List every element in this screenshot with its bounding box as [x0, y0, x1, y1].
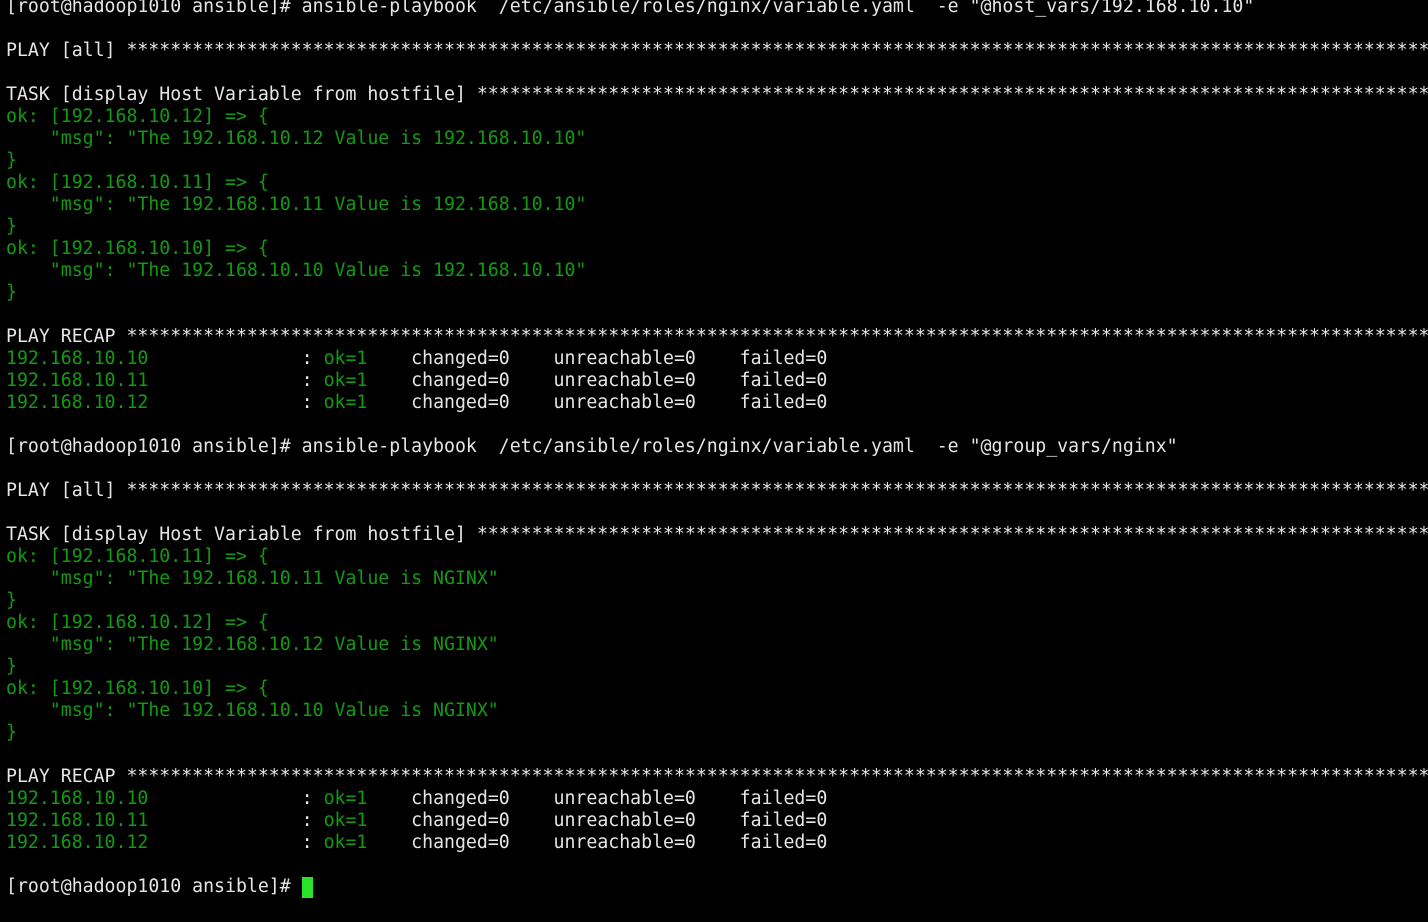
- terminal-text-segment: ok=1: [323, 348, 368, 369]
- terminal-text-segment: :: [301, 348, 324, 369]
- terminal-text-segment: PLAY RECAP *****************************…: [6, 326, 1428, 347]
- terminal-text-segment: ok=1: [323, 810, 368, 831]
- terminal-text-segment: ok: [192.168.10.10] => {: [6, 678, 269, 699]
- terminal-text-segment: TASK [display Host Variable from hostfil…: [6, 524, 1428, 545]
- terminal-line: TASK [display Host Variable from hostfil…: [6, 524, 1428, 546]
- terminal-text-segment: changed=0 unreachable=0 failed=0: [367, 810, 828, 831]
- terminal-text-segment: [root@hadoop1010 ansible]#: [6, 876, 302, 897]
- terminal-line: [root@hadoop1010 ansible]# ansible-playb…: [6, 436, 1428, 458]
- terminal-text-segment: PLAY [all] *****************************…: [6, 480, 1428, 501]
- terminal-text-segment: ok=1: [323, 832, 368, 853]
- terminal-text-segment: [root@hadoop1010 ansible]# ansible-playb…: [6, 436, 1178, 457]
- terminal-line: ok: [192.168.10.12] => {: [6, 612, 1428, 634]
- terminal-text-segment: ok: [192.168.10.11] => {: [6, 546, 269, 567]
- terminal-text-segment: "msg": "The 192.168.10.10 Value is 192.1…: [6, 260, 587, 281]
- terminal-text-segment: PLAY [all] *****************************…: [6, 40, 1428, 61]
- terminal-line: 192.168.10.12 : ok=1 changed=0 unreachab…: [6, 832, 1428, 854]
- cursor-icon: [301, 877, 313, 898]
- terminal-line: 192.168.10.10 : ok=1 changed=0 unreachab…: [6, 348, 1428, 370]
- terminal-text-segment: "msg": "The 192.168.10.11 Value is NGINX…: [6, 568, 499, 589]
- terminal-line: ok: [192.168.10.10] => {: [6, 238, 1428, 260]
- terminal-text-segment: 192.168.10.12: [6, 392, 302, 413]
- terminal-line: ok: [192.168.10.11] => {: [6, 172, 1428, 194]
- terminal-text-segment: ok: [192.168.10.12] => {: [6, 612, 269, 633]
- terminal-line: "msg": "The 192.168.10.11 Value is 192.1…: [6, 194, 1428, 216]
- terminal-line: }: [6, 722, 1428, 744]
- terminal-line: 192.168.10.11 : ok=1 changed=0 unreachab…: [6, 370, 1428, 392]
- terminal-line: }: [6, 282, 1428, 304]
- terminal-line: ok: [192.168.10.11] => {: [6, 546, 1428, 568]
- terminal-text-segment: changed=0 unreachable=0 failed=0: [367, 392, 828, 413]
- terminal-line: }: [6, 590, 1428, 612]
- terminal-text-segment: [root@hadoop1010 ansible]# ansible-playb…: [6, 0, 1255, 17]
- terminal-line: 192.168.10.12 : ok=1 changed=0 unreachab…: [6, 392, 1428, 414]
- terminal-line: }: [6, 150, 1428, 172]
- terminal-text-segment: 192.168.10.10: [6, 788, 302, 809]
- terminal-text-segment: 192.168.10.12: [6, 832, 302, 853]
- terminal-text-segment: "msg": "The 192.168.10.12 Value is 192.1…: [6, 128, 587, 149]
- terminal-text-segment: }: [6, 282, 17, 303]
- terminal-text-segment: :: [301, 392, 324, 413]
- terminal-text-segment: 192.168.10.11: [6, 370, 302, 391]
- terminal-line: }: [6, 216, 1428, 238]
- terminal-line: }: [6, 656, 1428, 678]
- terminal-line: "msg": "The 192.168.10.11 Value is NGINX…: [6, 568, 1428, 590]
- terminal-text-segment: ok: [192.168.10.12] => {: [6, 106, 269, 127]
- terminal-text-segment: }: [6, 656, 17, 677]
- terminal-line: PLAY [all] *****************************…: [6, 480, 1428, 502]
- terminal-line: ok: [192.168.10.12] => {: [6, 106, 1428, 128]
- terminal-text-segment: 192.168.10.11: [6, 810, 302, 831]
- terminal-line: "msg": "The 192.168.10.12 Value is 192.1…: [6, 128, 1428, 150]
- terminal-line: 192.168.10.11 : ok=1 changed=0 unreachab…: [6, 810, 1428, 832]
- terminal-text-segment: ok=1: [323, 392, 368, 413]
- terminal-text-segment: :: [301, 832, 324, 853]
- terminal-line: PLAY RECAP *****************************…: [6, 766, 1428, 788]
- terminal-text-segment: }: [6, 216, 17, 237]
- terminal-text-segment: "msg": "The 192.168.10.12 Value is NGINX…: [6, 634, 499, 655]
- terminal-text-segment: changed=0 unreachable=0 failed=0: [367, 348, 828, 369]
- terminal-text-segment: ok=1: [323, 370, 368, 391]
- terminal-line: PLAY RECAP *****************************…: [6, 326, 1428, 348]
- terminal-text-segment: 192.168.10.10: [6, 348, 302, 369]
- terminal-line: 192.168.10.10 : ok=1 changed=0 unreachab…: [6, 788, 1428, 810]
- terminal-text-segment: :: [301, 810, 324, 831]
- terminal-line: "msg": "The 192.168.10.10 Value is 192.1…: [6, 260, 1428, 282]
- terminal-text-segment: :: [301, 788, 324, 809]
- terminal-text-segment: ok: [192.168.10.10] => {: [6, 238, 269, 259]
- terminal-text-segment: ok=1: [323, 788, 368, 809]
- terminal-line: [root@hadoop1010 ansible]#: [6, 876, 1428, 898]
- terminal-text-segment: changed=0 unreachable=0 failed=0: [367, 788, 828, 809]
- terminal-line: "msg": "The 192.168.10.12 Value is NGINX…: [6, 634, 1428, 656]
- terminal-line: "msg": "The 192.168.10.10 Value is NGINX…: [6, 700, 1428, 722]
- terminal-line: ok: [192.168.10.10] => {: [6, 678, 1428, 700]
- terminal-text-segment: TASK [display Host Variable from hostfil…: [6, 84, 1428, 105]
- terminal-text-segment: PLAY RECAP *****************************…: [6, 766, 1428, 787]
- terminal-line: [root@hadoop1010 ansible]# ansible-playb…: [6, 0, 1428, 18]
- terminal-text-segment: changed=0 unreachable=0 failed=0: [367, 370, 828, 391]
- terminal-text-segment: }: [6, 722, 17, 743]
- terminal-line: PLAY [all] *****************************…: [6, 40, 1428, 62]
- terminal-text-segment: "msg": "The 192.168.10.10 Value is NGINX…: [6, 700, 499, 721]
- terminal-text-segment: :: [301, 370, 324, 391]
- terminal-text-segment: changed=0 unreachable=0 failed=0: [367, 832, 828, 853]
- terminal-line: TASK [display Host Variable from hostfil…: [6, 84, 1428, 106]
- terminal-text-segment: "msg": "The 192.168.10.11 Value is 192.1…: [6, 194, 587, 215]
- terminal-text-segment: }: [6, 150, 17, 171]
- terminal-window[interactable]: [root@hadoop1010 ansible]# ansible-playb…: [6, 0, 1428, 922]
- terminal-text-segment: }: [6, 590, 17, 611]
- terminal-text-segment: ok: [192.168.10.11] => {: [6, 172, 269, 193]
